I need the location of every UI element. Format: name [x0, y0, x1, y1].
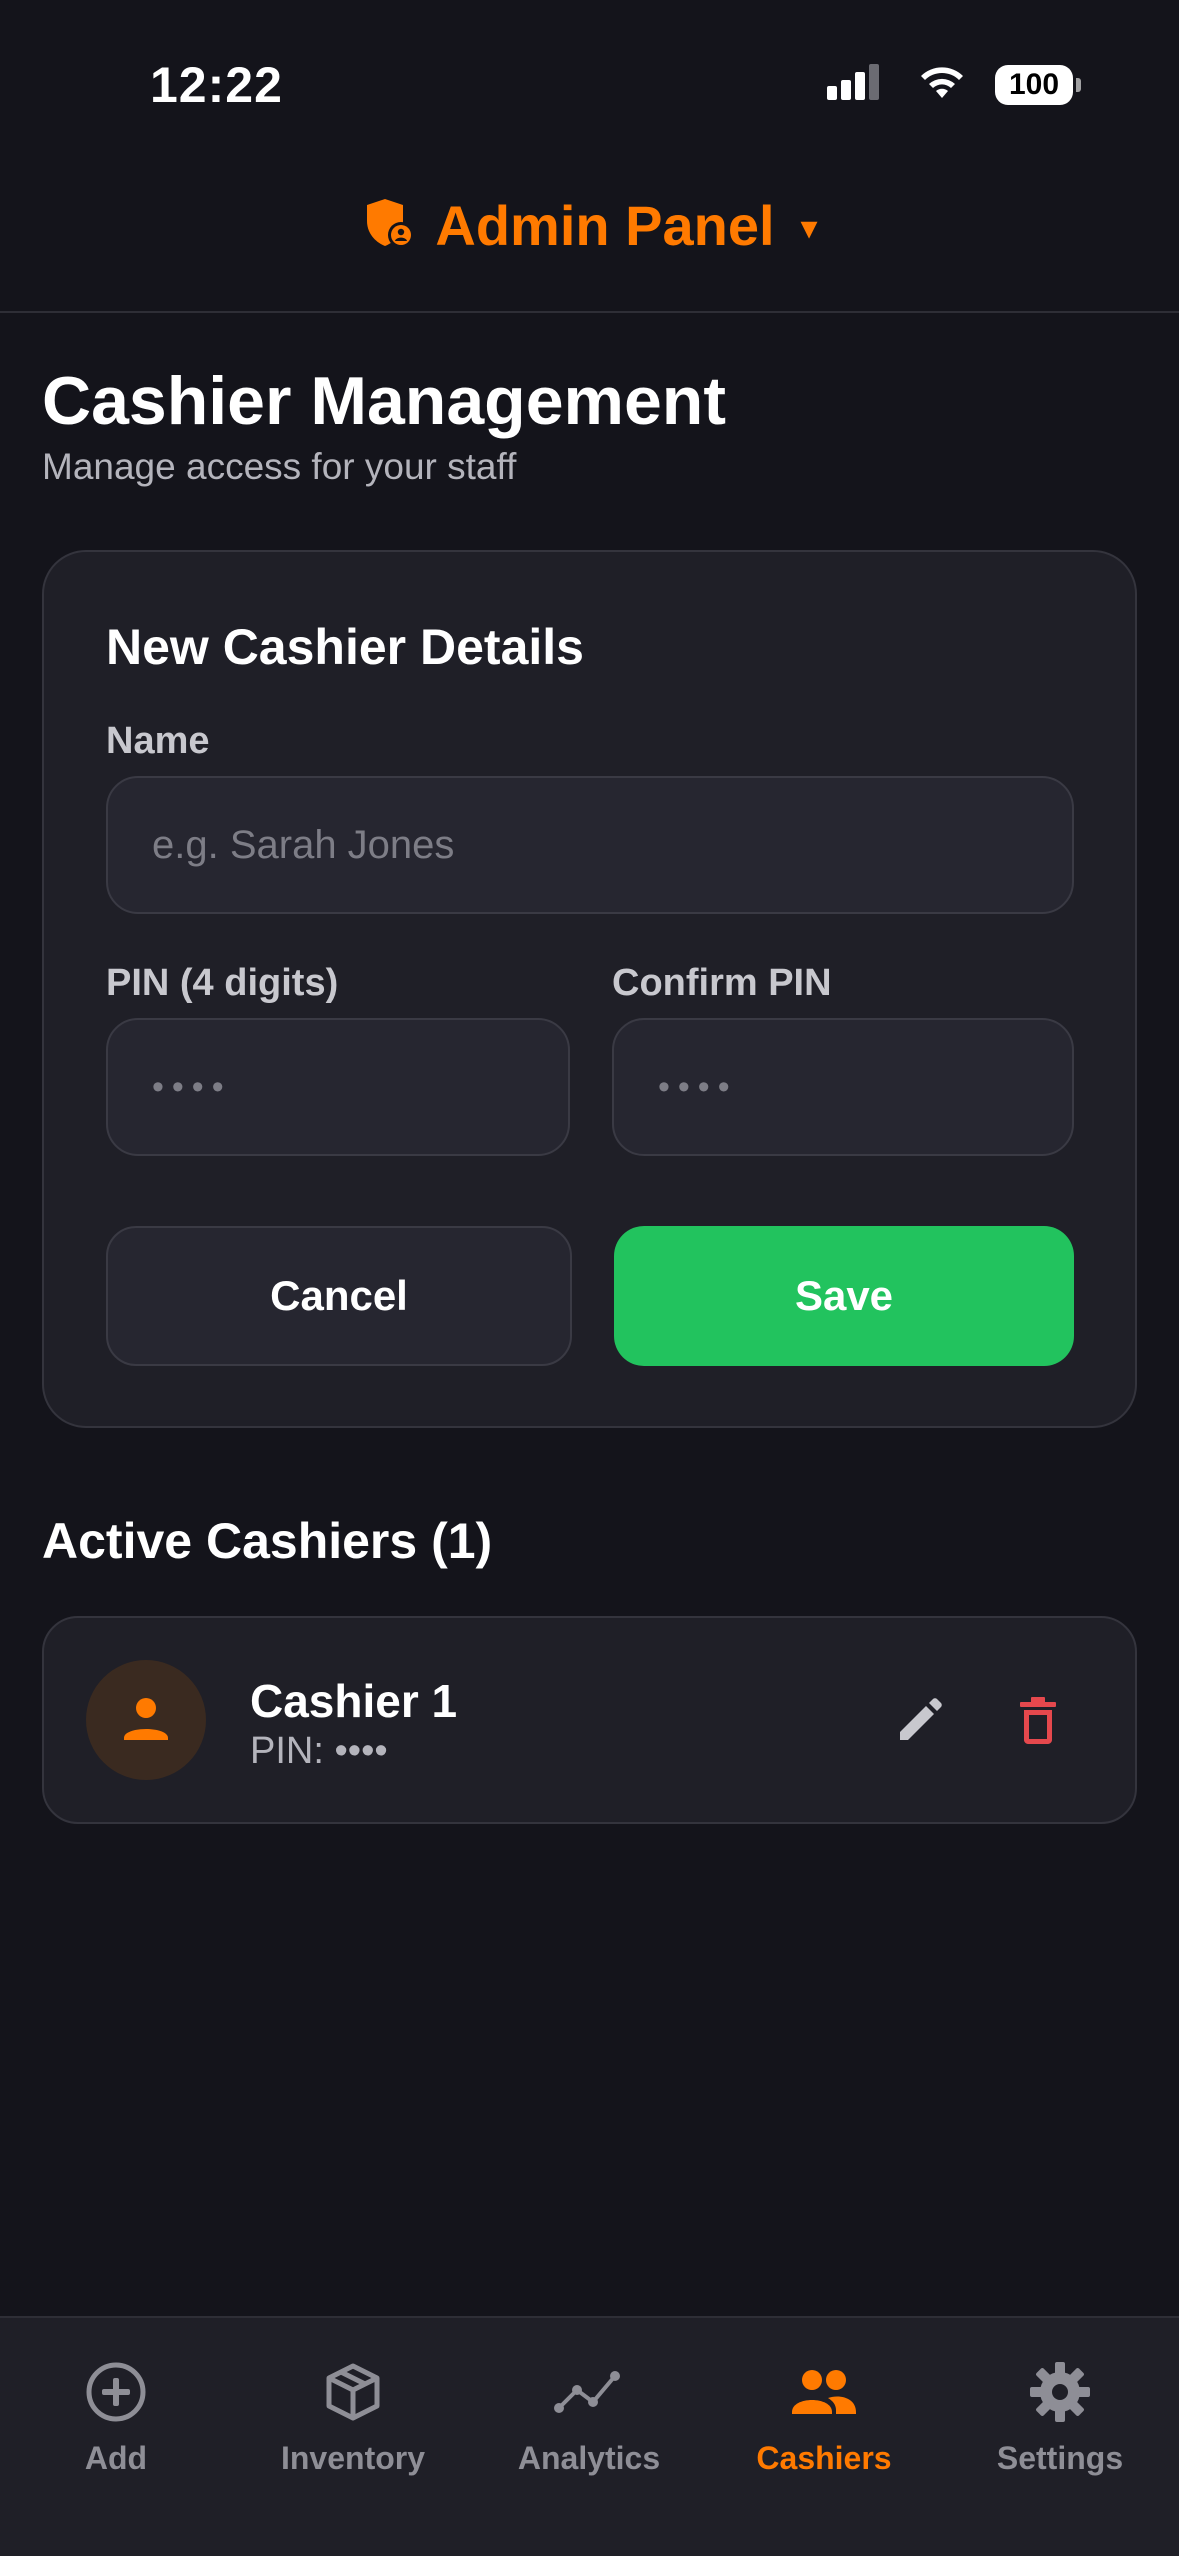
nav-item-settings[interactable]: Settings: [960, 2356, 1160, 2477]
page-subtitle: Manage access for your staff: [42, 446, 517, 487]
nav-item-analytics[interactable]: Analytics: [489, 2356, 689, 2477]
pin-label: PIN (4 digits): [106, 962, 339, 1004]
nav-item-cashiers[interactable]: Cashiers: [724, 2356, 924, 2477]
card-title: New Cashier Details: [106, 619, 584, 675]
nav-item-inventory[interactable]: Inventory: [253, 2356, 453, 2477]
pin-input[interactable]: ••••: [106, 1018, 570, 1156]
confirm-pin-label: Confirm PIN: [612, 962, 832, 1004]
active-cashiers-title: Active Cashiers (1): [42, 1513, 493, 1569]
status-time: 12:22: [150, 57, 283, 113]
pencil-icon: [894, 1694, 946, 1751]
signal-icon: [827, 62, 889, 107]
nav-label-inventory: Inventory: [280, 2440, 426, 2476]
nav-label-settings: Settings: [996, 2440, 1124, 2476]
wifi-icon: [917, 62, 967, 107]
cashier-name: Cashier 1: [250, 1675, 458, 1727]
app-header: Admin Panel ▾: [0, 175, 1179, 313]
confirm-pin-placeholder: ••••: [658, 1067, 738, 1106]
admin-panel-switcher[interactable]: Admin Panel ▾: [361, 193, 818, 258]
name-placeholder: e.g. Sarah Jones: [152, 822, 455, 867]
people-icon: [788, 2356, 860, 2428]
delete-cashier-button[interactable]: [1006, 1690, 1070, 1754]
save-button[interactable]: Save: [614, 1226, 1074, 1366]
status-icons: 100: [827, 62, 1081, 107]
nav-label-add: Add: [84, 2440, 148, 2476]
cancel-button[interactable]: Cancel: [106, 1226, 572, 1366]
battery-icon: 100: [995, 64, 1081, 105]
chevron-down-icon: ▾: [800, 209, 818, 247]
nav-label-analytics: Analytics: [517, 2440, 661, 2476]
trash-icon: [1014, 1694, 1062, 1751]
pin-placeholder: ••••: [152, 1067, 232, 1106]
box-icon: [317, 2356, 389, 2428]
name-input[interactable]: e.g. Sarah Jones: [106, 776, 1074, 914]
status-bar: 12:22 100: [0, 0, 1179, 150]
gear-icon: [1024, 2356, 1096, 2428]
page-title: Cashier Management: [42, 363, 726, 439]
name-label: Name: [106, 720, 210, 762]
cashier-list-item: Cashier 1 PIN: ••••: [42, 1616, 1137, 1824]
chart-line-icon: [553, 2356, 625, 2428]
nav-item-add[interactable]: Add: [16, 2356, 216, 2477]
app-screen: 12:22 100 Admin Panel ▾ Cashier Manageme…: [0, 0, 1179, 2556]
edit-cashier-button[interactable]: [888, 1690, 952, 1754]
new-cashier-card: New Cashier Details Name e.g. Sarah Jone…: [42, 550, 1137, 1428]
avatar: [86, 1660, 206, 1780]
person-icon: [118, 1690, 174, 1751]
header-title: Admin Panel: [435, 193, 775, 257]
plus-circle-icon: [80, 2356, 152, 2428]
shield-user-icon: [361, 195, 417, 256]
confirm-pin-input[interactable]: ••••: [612, 1018, 1074, 1156]
bottom-nav: Add Inventory Analytics Cashiers Setting…: [0, 2316, 1179, 2556]
nav-label-cashiers: Cashiers: [756, 2440, 892, 2476]
cashier-pin: PIN: ••••: [250, 1730, 388, 1772]
battery-level: 100: [995, 64, 1073, 105]
